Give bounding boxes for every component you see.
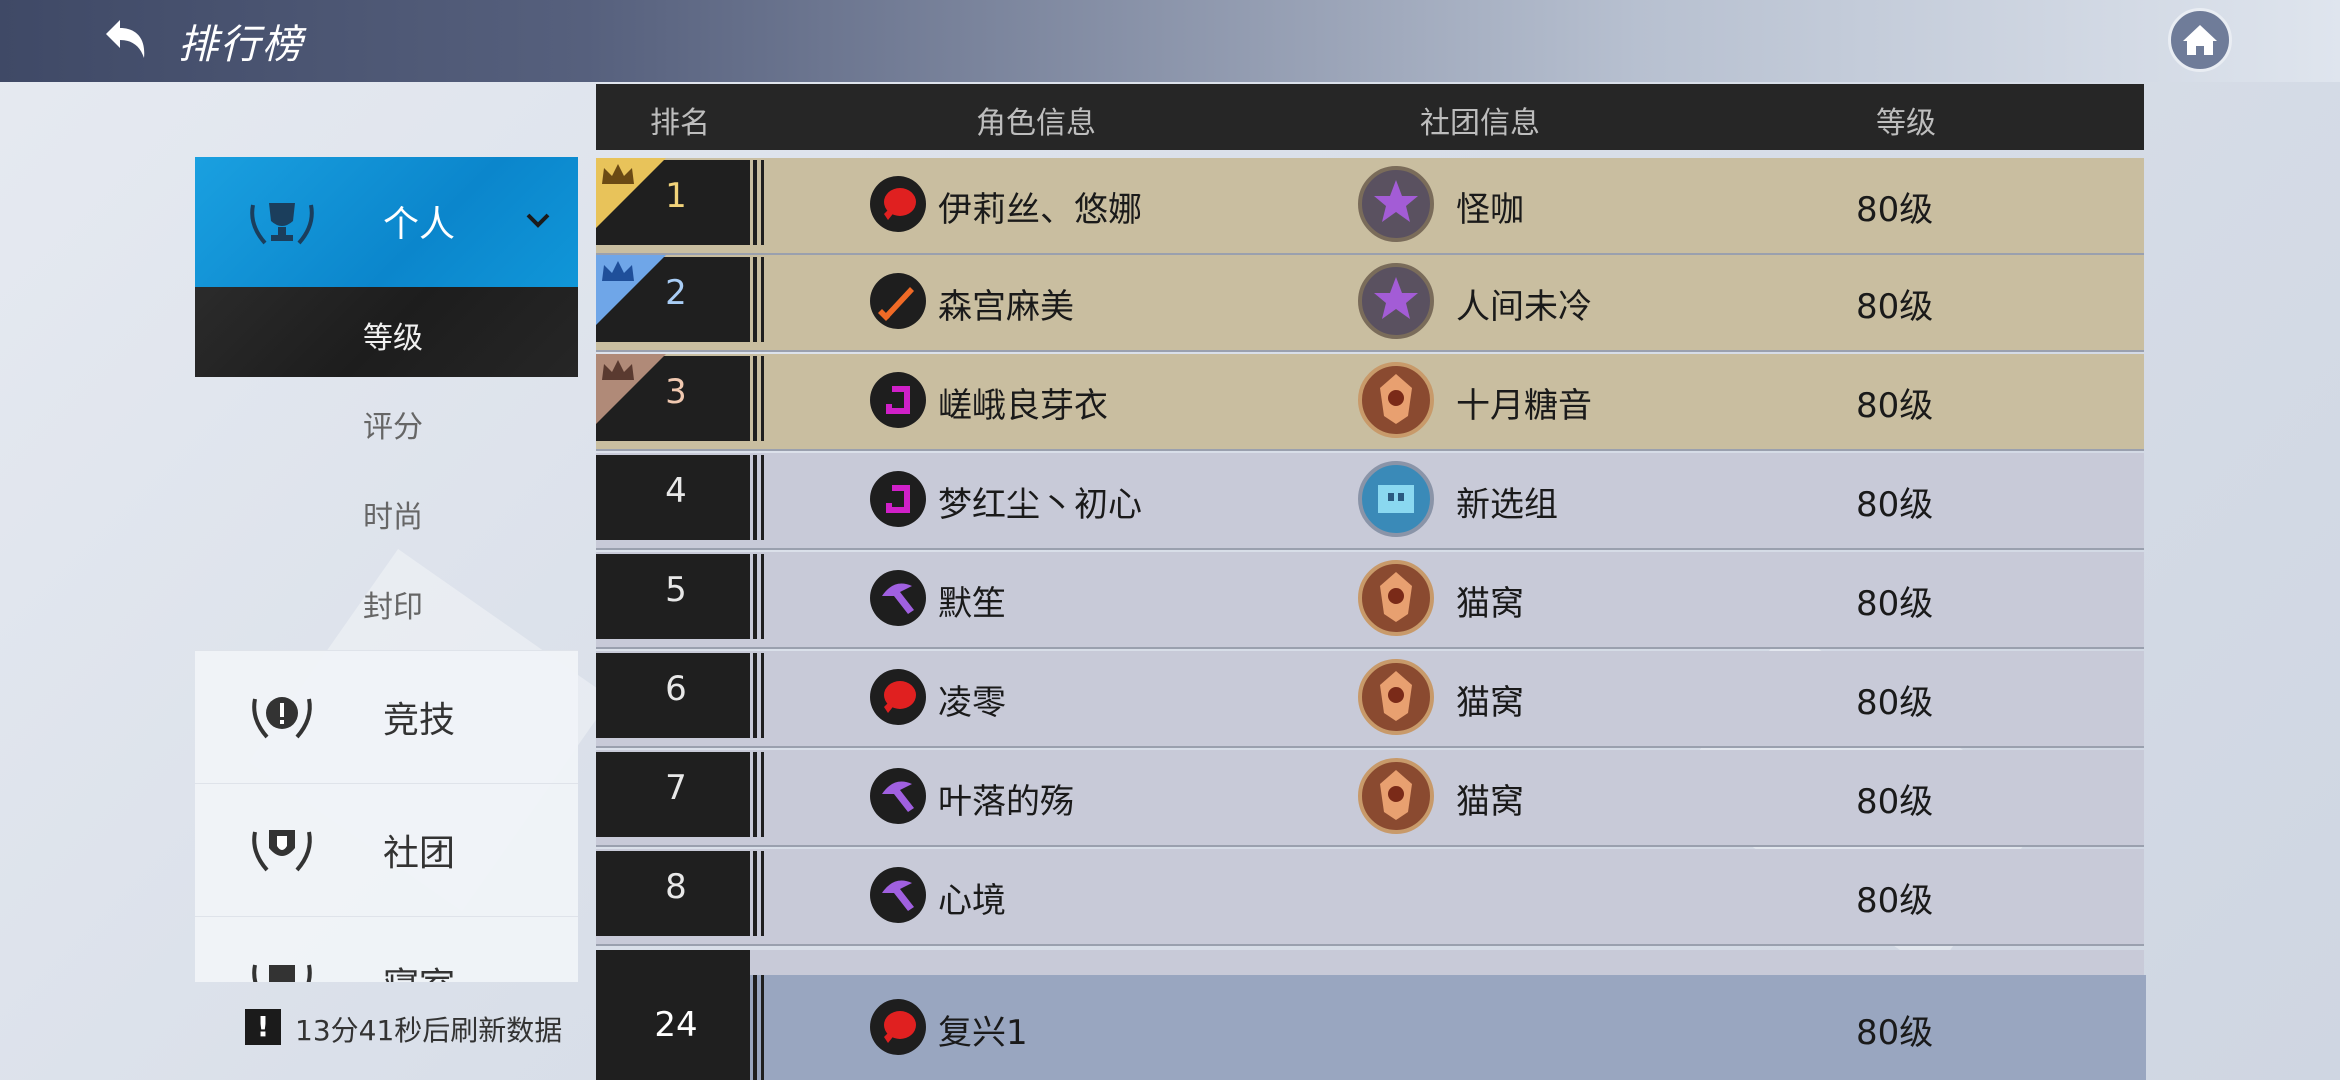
rank-number: 7 xyxy=(665,768,687,808)
role-blade-orange-icon xyxy=(870,273,926,329)
club-purple-star-icon xyxy=(1358,263,1434,339)
level-value: 80级 xyxy=(1856,485,1934,525)
subitem-level-label: 等级 xyxy=(363,321,423,356)
club-name: 新选组 xyxy=(1456,485,1558,525)
table-row[interactable]: 7 叶落的殇 猫窝 80级 xyxy=(596,750,2144,847)
role-name[interactable]: 森宫麻美 xyxy=(938,279,1074,328)
header-rank: 排名 xyxy=(650,106,710,141)
level-value: 80级 xyxy=(1856,584,1934,624)
header-club: 社团信息 xyxy=(1420,106,1540,141)
subitem-seal[interactable]: 封印 xyxy=(363,582,423,626)
club-crest-icon xyxy=(1358,758,1434,834)
category-arena[interactable]: 竞技 xyxy=(195,650,578,784)
club-name: 怪咖 xyxy=(1456,190,1524,230)
shield-icon xyxy=(252,830,312,872)
table-row[interactable]: 1 伊莉丝、悠娜 怪咖 80级 xyxy=(596,158,2144,255)
role-name[interactable]: 叶落的殇 xyxy=(938,774,1074,823)
table-row[interactable]: 3 嵯峨良芽衣 十月糖音 80级 xyxy=(596,354,2144,451)
role-name[interactable]: 复兴1 xyxy=(938,1005,1028,1054)
category-arena-label: 竞技 xyxy=(383,700,456,741)
back-button[interactable] xyxy=(98,14,152,68)
table-row-partial xyxy=(596,950,2144,975)
table-row[interactable]: 4 梦红尘丶初心 新选组 80级 xyxy=(596,453,2144,550)
role-scythe-purple-icon xyxy=(870,768,926,824)
role-fist-red-icon xyxy=(870,176,926,232)
role-fist-red-icon xyxy=(870,999,926,1055)
table-row[interactable]: 8 心境 80级 xyxy=(596,849,2144,946)
level-value: 80级 xyxy=(1856,287,1934,327)
category-personal-label: 个人 xyxy=(383,204,456,245)
top-bar: 排行榜 xyxy=(0,0,2340,82)
home-button[interactable] xyxy=(2168,8,2232,72)
back-arrow-icon xyxy=(106,20,145,58)
header-role: 角色信息 xyxy=(976,106,1096,141)
chevron-down-icon xyxy=(526,213,550,228)
club-name: 猫窝 xyxy=(1456,782,1524,822)
table-row[interactable]: 5 默笙 猫窝 80级 xyxy=(596,552,2144,649)
club-crest-icon xyxy=(1358,560,1434,636)
club-crest-icon xyxy=(1358,659,1434,735)
level-value: 80级 xyxy=(1856,1013,1934,1053)
role-scythe-purple-icon xyxy=(870,570,926,626)
club-crest-icon xyxy=(1358,362,1434,438)
level-value: 80级 xyxy=(1856,782,1934,822)
rank-number: 8 xyxy=(665,867,687,907)
rank-number: 5 xyxy=(665,570,687,610)
category-personal[interactable]: 个人 xyxy=(195,157,578,287)
page-title: 排行榜 xyxy=(178,22,304,68)
role-name[interactable]: 默笙 xyxy=(938,576,1006,625)
header-level: 等级 xyxy=(1876,106,1936,141)
role-scythe-purple-icon xyxy=(870,867,926,923)
club-building-icon xyxy=(1358,461,1434,537)
rank-number: 2 xyxy=(665,273,687,313)
category-club-label: 社团 xyxy=(383,833,456,874)
role-name[interactable]: 嵯峨良芽衣 xyxy=(938,378,1108,427)
table-row[interactable]: 2 森宫麻美 人间未冷 80级 xyxy=(596,255,2144,352)
level-value: 80级 xyxy=(1856,881,1934,921)
warning-icon: ! xyxy=(245,1009,281,1045)
category-dorm-label: 寝室 xyxy=(383,957,455,982)
club-name: 十月糖音 xyxy=(1456,386,1592,426)
rank-number: 24 xyxy=(654,1005,698,1045)
table-row[interactable]: 6 凌零 猫窝 80级 xyxy=(596,651,2144,748)
level-value: 80级 xyxy=(1856,190,1934,230)
role-hook-magenta-icon xyxy=(870,372,926,428)
role-hook-magenta-icon xyxy=(870,471,926,527)
rank-number: 4 xyxy=(665,471,687,511)
club-name: 猫窝 xyxy=(1456,584,1524,624)
home-icon xyxy=(2183,25,2217,55)
role-name[interactable]: 凌零 xyxy=(938,675,1006,724)
club-purple-star-icon xyxy=(1358,166,1434,242)
subitem-fashion[interactable]: 时尚 xyxy=(363,492,423,536)
self-rank-row[interactable]: 24 复兴1 80级 xyxy=(596,975,2146,1080)
refresh-timer-text: 13分41秒后刷新数据 xyxy=(295,1014,563,1047)
role-fist-red-icon xyxy=(870,669,926,725)
category-club[interactable]: 社团 xyxy=(195,783,578,917)
level-value: 80级 xyxy=(1856,683,1934,723)
subitem-level[interactable]: 等级 xyxy=(195,287,578,377)
role-name[interactable]: 心境 xyxy=(938,873,1006,922)
club-name: 人间未冷 xyxy=(1456,287,1592,327)
rank-number: 6 xyxy=(665,669,687,709)
dorm-icon xyxy=(252,964,312,982)
category-dorm[interactable]: 寝室 xyxy=(195,916,578,982)
table-header: 排名 角色信息 社团信息 等级 xyxy=(596,84,2144,150)
rank-number: 1 xyxy=(665,176,687,216)
role-name[interactable]: 伊莉丝、悠娜 xyxy=(938,182,1142,231)
level-value: 80级 xyxy=(1856,386,1934,426)
club-name: 猫窝 xyxy=(1456,683,1524,723)
arena-badge-icon xyxy=(252,697,312,739)
rank-number: 3 xyxy=(665,372,687,412)
subitem-score[interactable]: 评分 xyxy=(363,402,423,446)
trophy-icon xyxy=(250,203,314,245)
role-name[interactable]: 梦红尘丶初心 xyxy=(938,477,1142,526)
